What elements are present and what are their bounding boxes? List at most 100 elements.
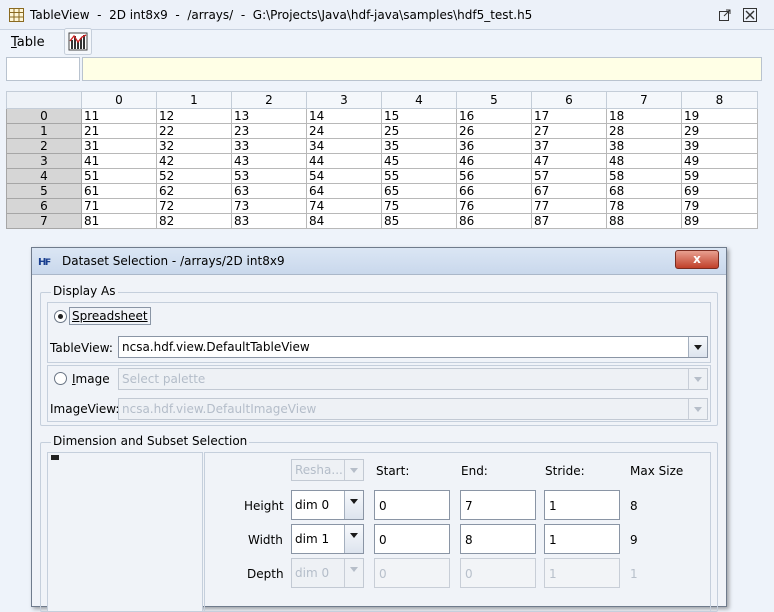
- table-cell[interactable]: 34: [306, 138, 382, 154]
- column-header[interactable]: 2: [231, 91, 307, 109]
- image-radio[interactable]: [54, 372, 67, 385]
- chevron-down-icon[interactable]: [688, 399, 707, 419]
- row-header[interactable]: 1: [6, 123, 82, 139]
- table-cell[interactable]: 39: [681, 138, 758, 154]
- table-cell[interactable]: 29: [681, 123, 758, 139]
- width-end-field[interactable]: 8: [460, 524, 536, 554]
- table-cell[interactable]: 18: [606, 108, 682, 124]
- table-cell[interactable]: 41: [81, 153, 157, 169]
- row-header[interactable]: 0: [6, 108, 82, 124]
- table-cell[interactable]: 57: [531, 168, 607, 184]
- table-cell[interactable]: 17: [531, 108, 607, 124]
- table-cell[interactable]: 75: [381, 198, 457, 214]
- table-cell[interactable]: 64: [306, 183, 382, 199]
- table-cell[interactable]: 13: [231, 108, 307, 124]
- table-cell[interactable]: 69: [681, 183, 758, 199]
- table-cell[interactable]: 76: [456, 198, 532, 214]
- chevron-down-icon[interactable]: [344, 559, 363, 587]
- table-cell[interactable]: 25: [381, 123, 457, 139]
- table-cell[interactable]: 12: [156, 108, 232, 124]
- column-header[interactable]: 8: [681, 91, 758, 109]
- row-header[interactable]: 2: [6, 138, 82, 154]
- row-header[interactable]: 4: [6, 168, 82, 184]
- row-header[interactable]: 7: [6, 213, 82, 229]
- row-header[interactable]: 5: [6, 183, 82, 199]
- table-cell[interactable]: 35: [381, 138, 457, 154]
- table-cell[interactable]: 27: [531, 123, 607, 139]
- table-cell[interactable]: 51: [81, 168, 157, 184]
- column-header[interactable]: 6: [531, 91, 607, 109]
- table-cell[interactable]: 73: [231, 198, 307, 214]
- cell-reference-field[interactable]: [6, 57, 80, 81]
- cell-value-field[interactable]: [82, 57, 762, 81]
- table-cell[interactable]: 88: [606, 213, 682, 229]
- imageview-select[interactable]: ncsa.hdf.view.DefaultImageView: [118, 398, 708, 420]
- table-cell[interactable]: 19: [681, 108, 758, 124]
- menu-table[interactable]: Table: [11, 35, 45, 50]
- table-cell[interactable]: 11: [81, 108, 157, 124]
- table-cell[interactable]: 52: [156, 168, 232, 184]
- table-cell[interactable]: 78: [606, 198, 682, 214]
- row-header[interactable]: 6: [6, 198, 82, 214]
- width-dim-select[interactable]: dim 1: [291, 524, 364, 554]
- column-header[interactable]: 7: [606, 91, 682, 109]
- table-cell[interactable]: 84: [306, 213, 382, 229]
- table-cell[interactable]: 66: [456, 183, 532, 199]
- height-end-field[interactable]: 7: [460, 490, 536, 520]
- height-stride-field[interactable]: 1: [544, 490, 620, 520]
- table-cell[interactable]: 23: [231, 123, 307, 139]
- table-cell[interactable]: 83: [231, 213, 307, 229]
- width-start-field[interactable]: 0: [374, 524, 450, 554]
- table-cell[interactable]: 81: [81, 213, 157, 229]
- table-cell[interactable]: 15: [381, 108, 457, 124]
- table-cell[interactable]: 89: [681, 213, 758, 229]
- table-cell[interactable]: 36: [456, 138, 532, 154]
- table-cell[interactable]: 85: [381, 213, 457, 229]
- table-cell[interactable]: 42: [156, 153, 232, 169]
- table-cell[interactable]: 46: [456, 153, 532, 169]
- table-cell[interactable]: 14: [306, 108, 382, 124]
- image-label[interactable]: Image: [72, 372, 110, 386]
- table-cell[interactable]: 45: [381, 153, 457, 169]
- reshape-select[interactable]: Resha...: [291, 459, 364, 481]
- table-cell[interactable]: 53: [231, 168, 307, 184]
- table-cell[interactable]: 37: [531, 138, 607, 154]
- chevron-down-icon[interactable]: [344, 525, 363, 553]
- table-cell[interactable]: 58: [606, 168, 682, 184]
- table-cell[interactable]: 49: [681, 153, 758, 169]
- table-cell[interactable]: 32: [156, 138, 232, 154]
- table-cell[interactable]: 24: [306, 123, 382, 139]
- depth-end-field[interactable]: 0: [460, 558, 536, 588]
- table-cell[interactable]: 16: [456, 108, 532, 124]
- table-cell[interactable]: 55: [381, 168, 457, 184]
- height-start-field[interactable]: 0: [374, 490, 450, 520]
- table-cell[interactable]: 72: [156, 198, 232, 214]
- table-cell[interactable]: 82: [156, 213, 232, 229]
- table-cell[interactable]: 68: [606, 183, 682, 199]
- chevron-down-icon[interactable]: [688, 369, 707, 389]
- table-cell[interactable]: 43: [231, 153, 307, 169]
- column-header[interactable]: 3: [306, 91, 382, 109]
- dialog-close-button[interactable]: x: [675, 250, 719, 269]
- spreadsheet-radio[interactable]: [54, 310, 67, 323]
- table-cell[interactable]: 28: [606, 123, 682, 139]
- table-cell[interactable]: 67: [531, 183, 607, 199]
- table-cell[interactable]: 61: [81, 183, 157, 199]
- maximize-icon[interactable]: [718, 8, 732, 22]
- column-header[interactable]: 5: [456, 91, 532, 109]
- column-header[interactable]: 4: [381, 91, 457, 109]
- width-stride-field[interactable]: 1: [544, 524, 620, 554]
- table-cell[interactable]: 47: [531, 153, 607, 169]
- height-dim-select[interactable]: dim 0: [291, 490, 364, 520]
- table-cell[interactable]: 56: [456, 168, 532, 184]
- table-cell[interactable]: 74: [306, 198, 382, 214]
- chevron-down-icon[interactable]: [688, 337, 707, 357]
- column-header[interactable]: 0: [81, 91, 157, 109]
- table-cell[interactable]: 71: [81, 198, 157, 214]
- table-cell[interactable]: 63: [231, 183, 307, 199]
- table-cell[interactable]: 54: [306, 168, 382, 184]
- table-cell[interactable]: 38: [606, 138, 682, 154]
- table-cell[interactable]: 31: [81, 138, 157, 154]
- table-cell[interactable]: 62: [156, 183, 232, 199]
- table-cell[interactable]: 33: [231, 138, 307, 154]
